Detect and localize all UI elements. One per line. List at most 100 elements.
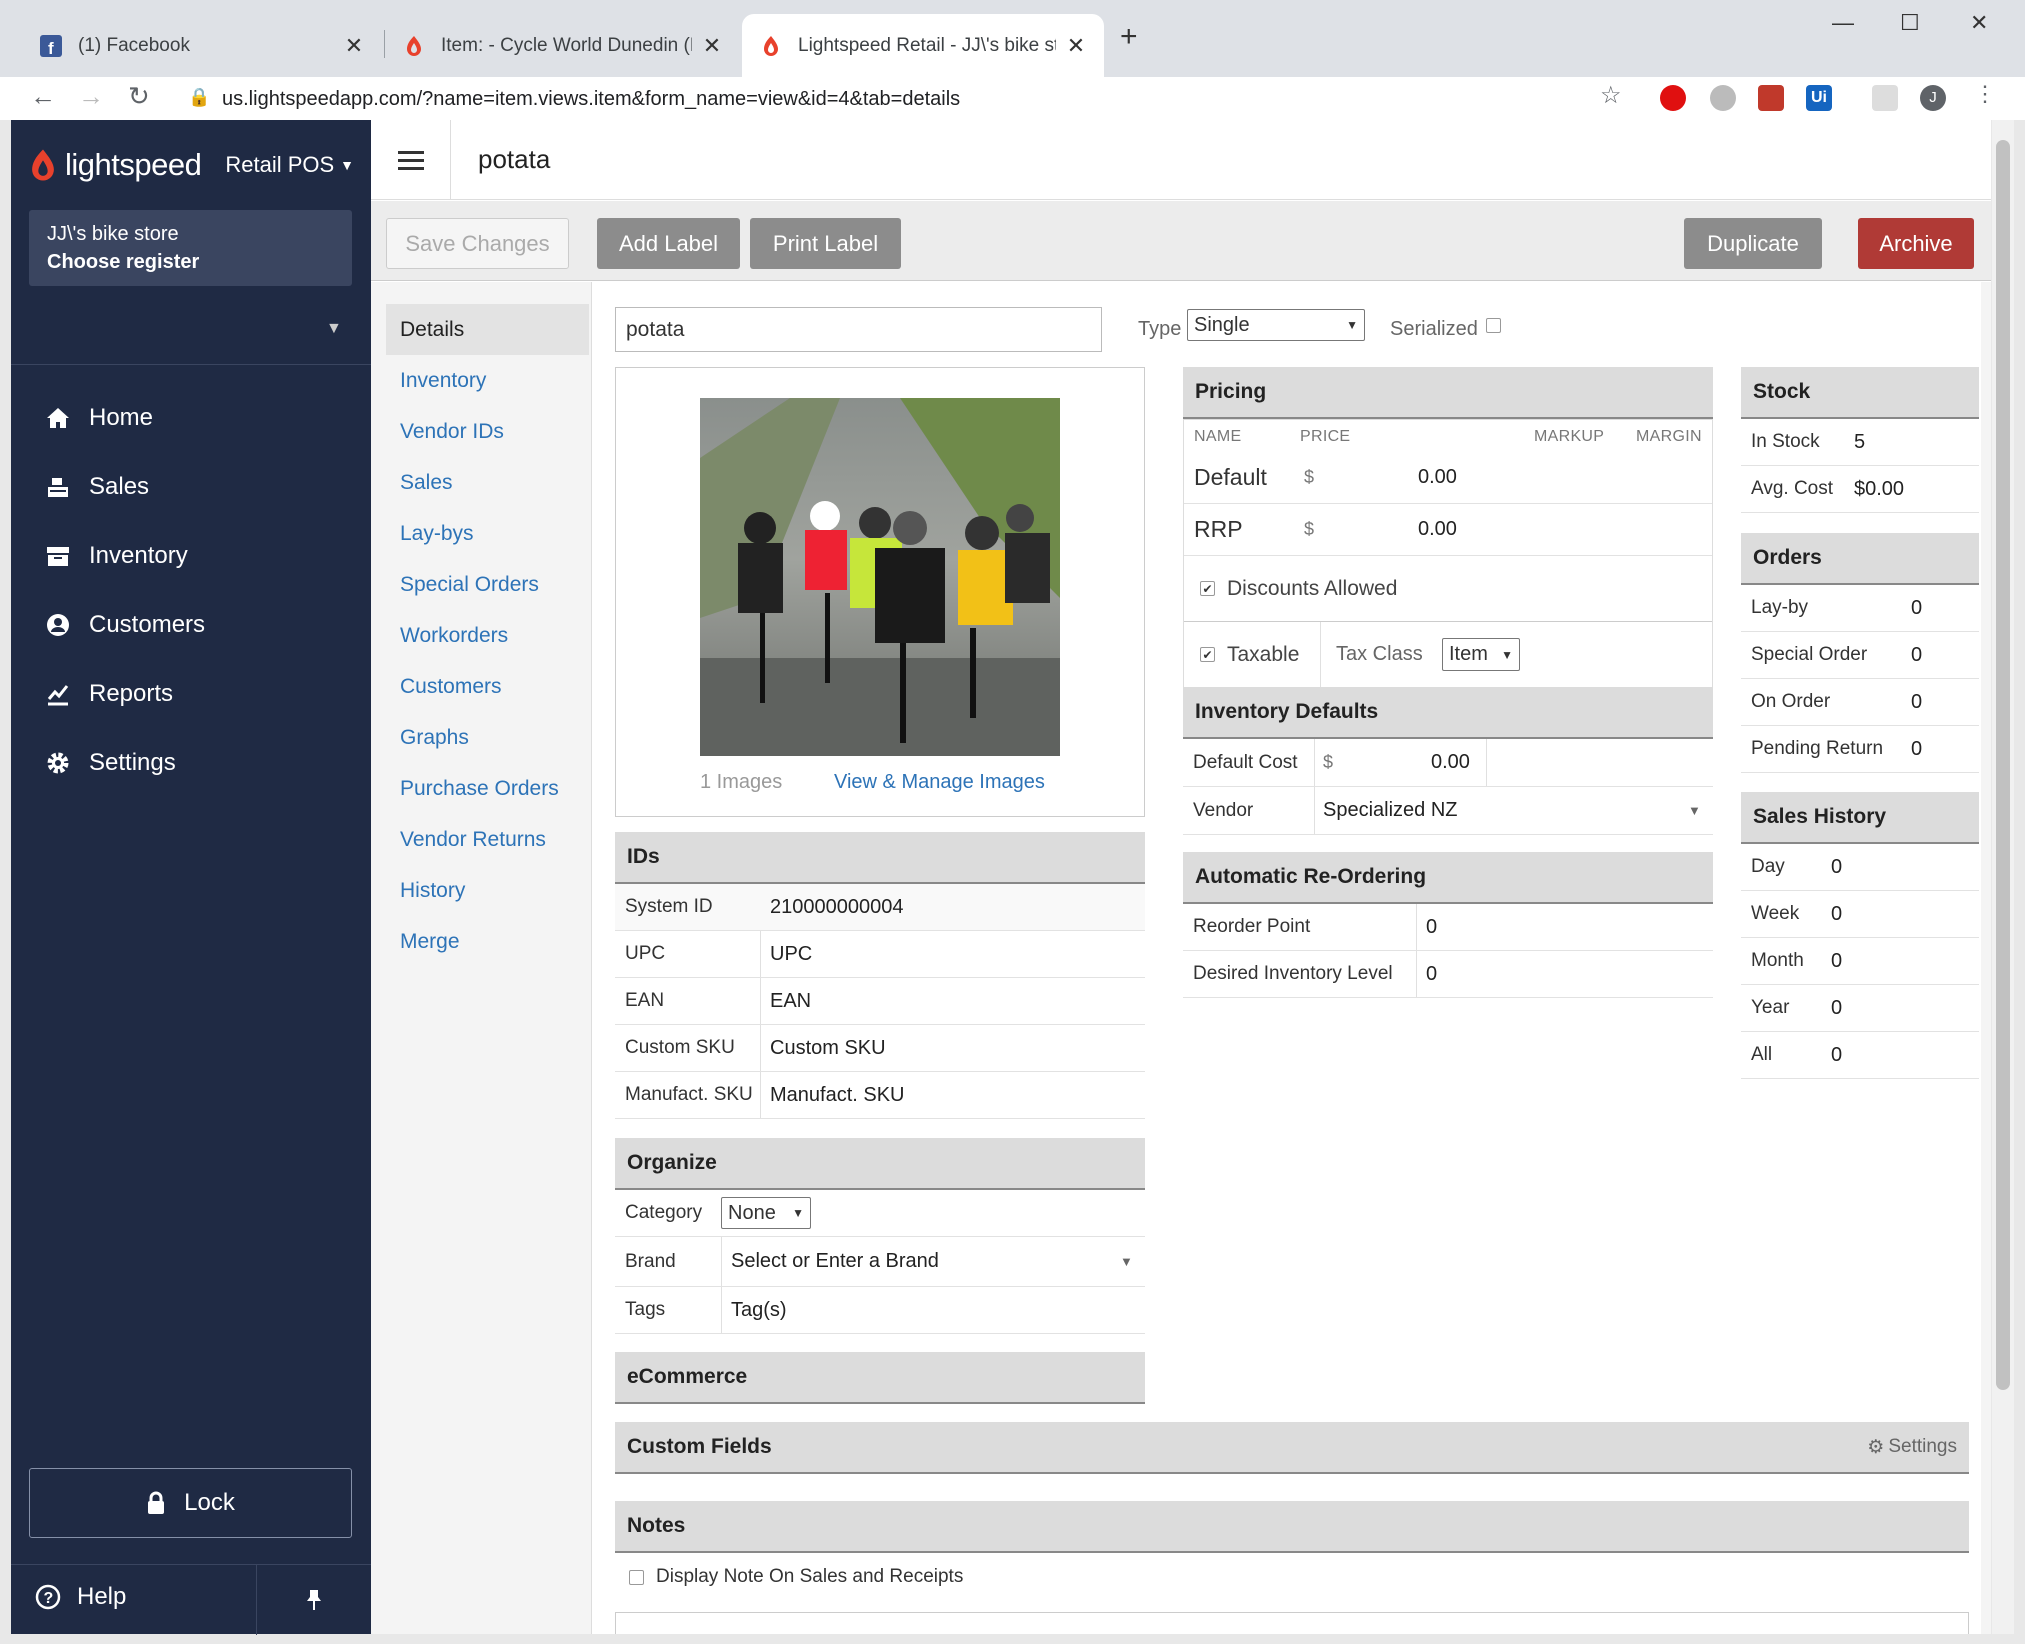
type-select[interactable]: Single ▼ <box>1187 309 1365 341</box>
uipath-extension-icon[interactable]: Ui <box>1806 85 1832 111</box>
period-value: 0 <box>1831 855 1843 878</box>
new-tab-icon[interactable]: + <box>1120 20 1138 54</box>
chevron-down-icon[interactable]: ▼ <box>1120 1254 1133 1269</box>
serialized-label: Serialized <box>1390 318 1478 340</box>
subnav-customers[interactable]: Customers <box>386 661 589 712</box>
forward-icon[interactable]: → <box>78 81 104 112</box>
back-icon[interactable]: ← <box>30 81 56 112</box>
order-row-on-order: On Order 0 <box>1741 679 1979 726</box>
close-tab-icon[interactable]: ✕ <box>702 33 722 59</box>
subnav-workorders[interactable]: Workorders <box>386 610 589 661</box>
chevron-down-icon[interactable]: ▼ <box>1688 803 1701 818</box>
reload-icon[interactable]: ↻ <box>128 81 150 112</box>
display-note-checkbox[interactable] <box>629 1569 644 1585</box>
notes-textarea[interactable] <box>615 1612 1969 1634</box>
pin-sidebar-button[interactable] <box>256 1565 371 1635</box>
upc-input[interactable]: UPC <box>770 943 812 966</box>
url-input[interactable]: us.lightspeedapp.com/?name=item.views.it… <box>222 82 1672 116</box>
archive-button[interactable]: Archive <box>1858 218 1974 269</box>
gear-icon <box>45 750 71 776</box>
item-name-input[interactable]: potata <box>615 307 1102 352</box>
subnav-sales[interactable]: Sales <box>386 457 589 508</box>
item-subnav: Details Inventory Vendor IDs Sales Lay-b… <box>386 304 589 967</box>
chevron-down-icon[interactable]: ▼ <box>326 320 342 338</box>
subnav-details[interactable]: Details <box>386 304 589 355</box>
add-label-button[interactable]: Add Label <box>597 218 740 269</box>
desired-level-input[interactable]: 0 <box>1426 963 1437 986</box>
duplicate-button[interactable]: Duplicate <box>1684 218 1822 269</box>
sidebar-item-inventory[interactable]: Inventory <box>11 521 371 590</box>
opera-extension-icon[interactable] <box>1660 85 1686 111</box>
minimize-icon[interactable]: — <box>1832 10 1854 36</box>
product-switcher[interactable]: Retail POS <box>225 152 334 178</box>
tab-title: Lightspeed Retail - JJ\'s bike store <box>798 34 1056 56</box>
default-price-input[interactable]: 0.00 <box>1418 466 1457 489</box>
subnav-merge[interactable]: Merge <box>386 916 589 967</box>
subnav-graphs[interactable]: Graphs <box>386 712 589 763</box>
hamburger-menu-icon[interactable] <box>371 120 451 200</box>
taxable-checkbox[interactable]: ✔ <box>1200 647 1215 662</box>
help-button[interactable]: ? Help <box>35 1583 126 1611</box>
pdf-extension-icon[interactable] <box>1758 85 1784 111</box>
close-tab-icon[interactable]: ✕ <box>344 33 364 59</box>
subnav-inventory[interactable]: Inventory <box>386 355 589 406</box>
tax-class-select[interactable]: Item ▼ <box>1442 638 1520 671</box>
taxable-label: Taxable <box>1227 642 1300 666</box>
default-cost-input[interactable]: 0.00 <box>1431 751 1470 774</box>
serialized-checkbox[interactable] <box>1486 318 1501 333</box>
subnav-purchase-orders[interactable]: Purchase Orders <box>386 763 589 814</box>
subnav-vendor-ids[interactable]: Vendor IDs <box>386 406 589 457</box>
subnav-lay-bys[interactable]: Lay-bys <box>386 508 589 559</box>
profile-avatar[interactable]: J <box>1920 85 1946 111</box>
subnav-vendor-returns[interactable]: Vendor Returns <box>386 814 589 865</box>
ean-input[interactable]: EAN <box>770 990 811 1013</box>
brand-logo[interactable]: lightspeed Retail POS ▼ <box>29 140 354 190</box>
view-manage-images-link[interactable]: View & Manage Images <box>834 771 1045 794</box>
save-changes-button[interactable]: Save Changes <box>386 218 569 269</box>
desired-level-row: Desired Inventory Level 0 <box>1183 951 1713 998</box>
subnav-history[interactable]: History <box>386 865 589 916</box>
period-label: Week <box>1751 903 1800 924</box>
manufact-sku-input[interactable]: Manufact. SKU <box>770 1084 905 1107</box>
sidebar-item-settings[interactable]: Settings <box>11 728 371 797</box>
lock-button[interactable]: Lock <box>29 1468 352 1538</box>
brand-input[interactable]: Select or Enter a Brand <box>731 1250 939 1273</box>
browser-tab-lightspeed-active[interactable]: Lightspeed Retail - JJ\'s bike store ✕ <box>742 14 1104 77</box>
extension-icon[interactable] <box>1710 85 1736 111</box>
browser-tab-cycle-world[interactable]: Item: - Cycle World Dunedin (Lig ✕ <box>385 14 740 77</box>
sidebar-item-customers[interactable]: Customers <box>11 590 371 659</box>
category-select[interactable]: None ▼ <box>721 1197 811 1229</box>
subnav-special-orders[interactable]: Special Orders <box>386 559 589 610</box>
ecommerce-section-header[interactable]: eCommerce <box>615 1352 1145 1404</box>
margin-column-header: MARGIN <box>1636 428 1702 445</box>
browser-menu-icon[interactable]: ⋮ <box>1974 81 1996 107</box>
order-value: 0 <box>1911 737 1923 760</box>
maximize-icon[interactable]: ☐ <box>1900 10 1920 36</box>
print-label-button[interactable]: Print Label <box>750 218 901 269</box>
sidebar-item-home[interactable]: Home <box>11 383 371 452</box>
reorder-point-input[interactable]: 0 <box>1426 916 1437 939</box>
playlist-extension-icon[interactable] <box>1872 85 1898 111</box>
close-tab-icon[interactable]: ✕ <box>1066 33 1086 59</box>
scrollbar-thumb[interactable] <box>1996 140 2010 1390</box>
custom-fields-settings-link[interactable]: ⚙ Settings <box>1867 1436 1957 1459</box>
sidebar-item-reports[interactable]: Reports <box>11 659 371 728</box>
tags-label: Tags <box>625 1299 666 1320</box>
tags-input[interactable]: Tag(s) <box>731 1299 787 1322</box>
product-photo[interactable] <box>700 398 1060 756</box>
ids-section-header: IDs <box>615 832 1145 884</box>
sales-history-row-year: Year 0 <box>1741 985 1979 1032</box>
store-register-selector[interactable]: JJ\'s bike store Choose register <box>29 210 352 286</box>
discounts-allowed-checkbox[interactable]: ✔ <box>1200 581 1215 596</box>
svg-text:f: f <box>48 39 54 57</box>
register-label: Choose register <box>47 251 200 273</box>
custom-sku-input[interactable]: Custom SKU <box>770 1037 886 1060</box>
window-close-icon[interactable]: ✕ <box>1970 10 1988 36</box>
vendor-select[interactable]: Specialized NZ <box>1323 799 1458 822</box>
avg-cost-row: Avg. Cost $0.00 <box>1741 466 1979 513</box>
bookmark-star-icon[interactable]: ☆ <box>1600 81 1622 110</box>
browser-tab-facebook[interactable]: f (1) Facebook ✕ <box>22 14 382 77</box>
rrp-price-input[interactable]: 0.00 <box>1418 518 1457 541</box>
page-scrollbar[interactable] <box>1992 120 2014 1634</box>
sidebar-item-sales[interactable]: Sales <box>11 452 371 521</box>
